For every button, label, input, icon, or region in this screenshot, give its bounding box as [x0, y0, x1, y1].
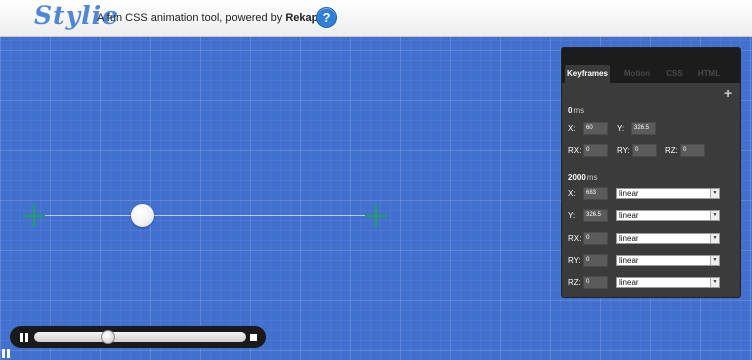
easing-select[interactable]: linear ▼	[616, 277, 720, 288]
y-field[interactable]: 326.5	[631, 122, 656, 135]
tagline: A fun CSS animation tool, powered by Rek…	[97, 12, 321, 24]
easing-select[interactable]: linear ▼	[616, 255, 720, 266]
rx-label: RX:	[568, 234, 582, 243]
timeline-control	[10, 326, 266, 348]
keyframe-time: 0ms	[568, 106, 584, 115]
chevron-down-icon[interactable]: ▼	[710, 211, 719, 220]
keyframe-time-unit: ms	[586, 173, 598, 182]
pause-icon[interactable]	[20, 333, 28, 342]
chevron-down-icon[interactable]: ▼	[710, 256, 719, 265]
x-field[interactable]: 60	[583, 122, 608, 135]
crosshair-icon[interactable]	[23, 205, 45, 227]
x-label: X:	[568, 124, 576, 133]
rz-field[interactable]: 0	[583, 276, 608, 289]
plus-icon[interactable]: +	[724, 85, 732, 101]
rx-field[interactable]: 0	[583, 232, 608, 245]
chevron-down-icon[interactable]: ▼	[710, 189, 719, 198]
easing-value: linear	[619, 189, 639, 198]
rz-field[interactable]: 0	[680, 144, 705, 157]
y-label: Y:	[617, 124, 625, 133]
easing-select[interactable]: linear ▼	[616, 210, 720, 221]
y-field[interactable]: 326.5	[583, 209, 608, 222]
tagline-text: A fun CSS animation tool, powered by	[97, 12, 286, 24]
tab-css[interactable]: CSS	[662, 65, 687, 83]
x-label: X:	[568, 189, 576, 198]
rz-label: RZ:	[568, 278, 581, 287]
chevron-down-icon[interactable]: ▼	[710, 234, 719, 243]
motion-path	[34, 215, 376, 216]
easing-select[interactable]: linear ▼	[616, 233, 720, 244]
ry-label: RY:	[617, 146, 630, 155]
app-header: Stylie A fun CSS animation tool, powered…	[0, 0, 752, 37]
ry-label: RY:	[568, 256, 581, 265]
keyframe-time-unit: ms	[573, 106, 585, 115]
pause-icon[interactable]	[0, 344, 14, 360]
easing-select[interactable]: linear ▼	[616, 188, 720, 199]
ry-field[interactable]: 0	[583, 254, 608, 267]
scrubber-handle[interactable]	[101, 330, 115, 344]
tab-keyframes[interactable]: Keyframes	[565, 65, 610, 83]
rz-label: RZ:	[665, 146, 678, 155]
x-field[interactable]: 683	[583, 187, 608, 200]
y-label: Y:	[568, 211, 576, 220]
control-panel: Keyframes Motion CSS HTML + 0ms X: 60 Y:…	[561, 47, 741, 298]
stop-icon[interactable]	[250, 334, 257, 341]
keyframe-time-value: 0	[568, 106, 573, 115]
timeline-scrubber[interactable]	[34, 332, 246, 342]
tab-motion[interactable]: Motion	[617, 65, 657, 83]
animated-actor[interactable]	[131, 204, 154, 227]
easing-value: linear	[619, 278, 639, 287]
easing-value: linear	[619, 211, 639, 220]
panel-tabs: Keyframes Motion CSS HTML	[562, 48, 740, 83]
ry-field[interactable]: 0	[632, 144, 657, 157]
keyframe-time: 2000ms	[568, 173, 597, 182]
tab-html[interactable]: HTML	[694, 65, 724, 83]
chevron-down-icon[interactable]: ▼	[710, 278, 719, 287]
rx-label: RX:	[568, 146, 582, 155]
help-icon[interactable]: ?	[316, 7, 337, 28]
easing-value: linear	[619, 256, 639, 265]
rx-field[interactable]: 0	[583, 144, 608, 157]
keyframe-time-value: 2000	[568, 173, 586, 182]
crosshair-icon[interactable]	[365, 205, 387, 227]
easing-value: linear	[619, 234, 639, 243]
